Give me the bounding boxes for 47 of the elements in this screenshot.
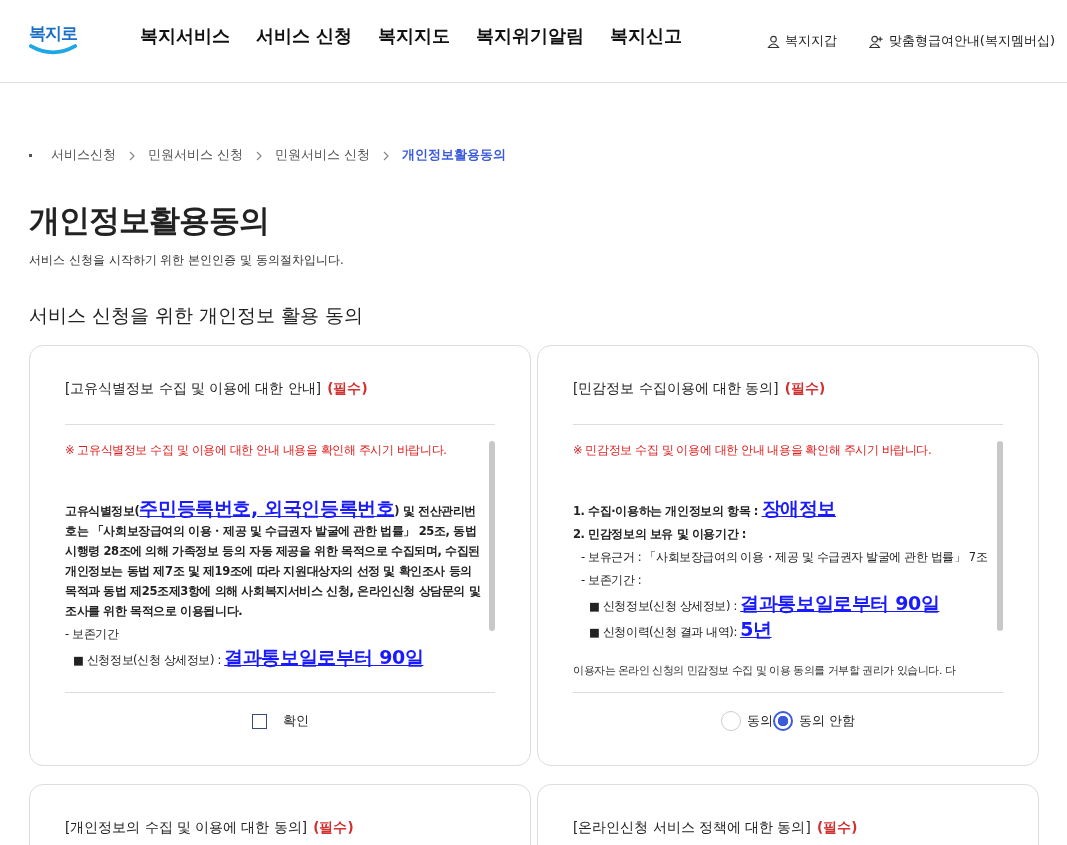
card-title: [고유식별정보 수집 및 이용에 대한 안내] xyxy=(65,380,321,396)
terms-text: 1. 수집·이용하는 개인정보의 항목 : 장애정보 xyxy=(573,498,837,521)
required-label: (필수) xyxy=(784,380,826,396)
terms-text: - 보존기간 xyxy=(65,626,120,643)
nav-menu-item[interactable]: 복지지도 xyxy=(378,24,451,48)
terms-text: - 보유근거 : 「사회보장급여의 이용・제공 및 수급권자 발굴에 관한 법률」 7조 xyxy=(581,549,989,566)
person-add-icon xyxy=(868,34,884,48)
page-title: 개인정보활용동의 xyxy=(29,201,270,240)
site-logo[interactable]: 복지로 xyxy=(28,21,78,55)
nav-menu-item[interactable]: 서비스 신청 xyxy=(256,24,353,48)
chevron-icon xyxy=(256,150,262,161)
breadcrumb-link[interactable]: 민원서비스 신청 xyxy=(275,147,370,164)
header-link[interactable]: 맞춤형급여안내(복지멤버십) xyxy=(868,32,1055,50)
terms-text: - 보존기간 : xyxy=(581,572,643,589)
scrollbar-thumb[interactable] xyxy=(997,441,1003,631)
terms-text: 이용자는 온라인 신청의 민감정보 수집 및 이용 동의를 거부할 권리가 있습니다. 다 xyxy=(573,663,957,679)
terms-text: ■ 신청정보(신청 상세정보) : 결과통보일로부터 90일 xyxy=(589,593,941,616)
nav-menu-item[interactable]: 복지위기알림 xyxy=(476,24,585,48)
radio-label: 동의 안함 xyxy=(799,712,855,730)
section-title: 서비스 신청을 위한 개인정보 활용 동의 xyxy=(29,303,365,328)
terms-text: ■ 신청이력(신청 결과 내역): 5년 xyxy=(589,619,773,642)
breadcrumb-link[interactable]: 서비스신청 xyxy=(51,147,116,164)
radio-button[interactable] xyxy=(773,711,793,731)
breadcrumb-link[interactable]: 개인정보활용동의 xyxy=(401,147,506,164)
terms-text: 2. 민감정보의 보유 및 이용기간 : xyxy=(573,526,747,543)
page-subtitle: 서비스 신청을 시작하기 위한 본인인증 및 동의절차입니다. xyxy=(29,252,345,269)
required-label: (필수) xyxy=(313,819,354,835)
card-title: [온라인신청 서비스 정책에 대한 동의] xyxy=(573,819,811,835)
radio-label: 동의 xyxy=(747,712,773,730)
checkbox[interactable] xyxy=(251,713,267,729)
person-icon xyxy=(766,34,780,48)
card-title: [개인정보의 수집 및 이용에 대한 동의] xyxy=(65,819,307,835)
header-link[interactable]: 복지지갑 xyxy=(766,32,837,50)
notice-text: ※ 고유식별정보 수집 및 이용에 대한 안내 내용을 확인해 주시기 바랍니다. xyxy=(65,443,448,458)
notice-text: ※ 민감정보 수집 및 이용에 대한 안내 내용을 확인해 주시기 바랍니다. xyxy=(573,443,933,458)
terms-text: 고유식별정보(주민등록번호, 외국인등록번호) 및 전산관리번호는 「사회보장급여의 이용・제공 및 수급권자 발굴에 관한 법률」 25조, 동법 시행령 28조에 의해 가족정보 등의 자동 제공을 위한 목적으로 수집되며, 수집된 개인정보는 동법 제7조 및 제19조에 따라 지원대상자의 선정 및 확인조사 등의 목적과 동법 제25조제3항에 의해 사회복지서비스 신청, 온라인신청 상담문의 및 조사를 위한 목적으로 이용됩니다. xyxy=(65,498,482,620)
required-label: (필수) xyxy=(817,819,858,835)
checkbox-label: 확인 xyxy=(282,712,309,730)
nav-menu-item[interactable]: 복지서비스 xyxy=(140,24,230,48)
chevron-icon xyxy=(382,150,389,161)
breadcrumb-link[interactable]: 민원서비스 신청 xyxy=(148,147,243,164)
terms-text: ■ 신청정보(신청 상세정보) : 결과통보일로부터 90일 xyxy=(73,647,425,670)
nav-menu-item[interactable]: 복지신고 xyxy=(610,24,683,48)
required-label: (필수) xyxy=(327,380,368,396)
chevron-icon xyxy=(129,150,135,161)
scrollbar-thumb[interactable] xyxy=(489,441,495,631)
card-title: [민감정보 수집이용에 대한 동의] xyxy=(573,380,779,396)
